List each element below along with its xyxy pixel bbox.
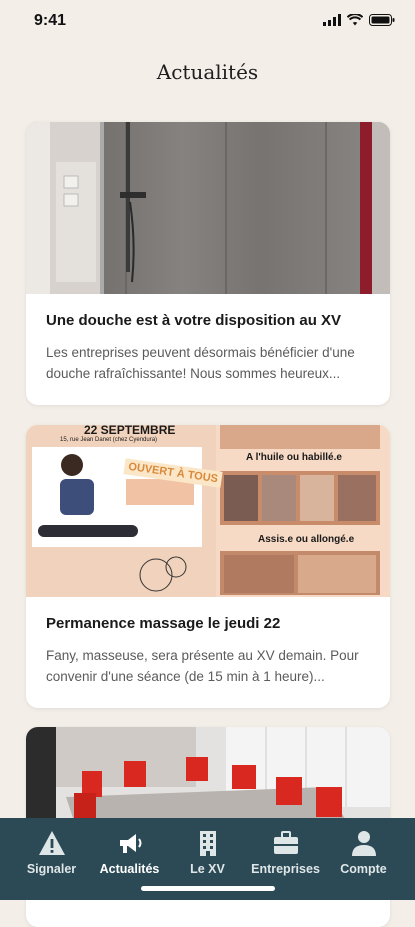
- massage-poster-illustration: [26, 425, 390, 597]
- article-excerpt: Fany, masseuse, sera présente au XV dema…: [46, 648, 359, 684]
- nav-label: Signaler: [26, 862, 77, 876]
- massage-poster: 22 SEPTEMBRE 15, rue Jean Danet (chez Cy…: [26, 425, 390, 597]
- wifi-icon: [347, 14, 363, 26]
- status-time: 9:41: [34, 12, 67, 29]
- nav-actualites[interactable]: Actualités: [88, 830, 171, 876]
- nav-label: Compte: [340, 862, 387, 876]
- battery-icon: [369, 14, 395, 26]
- megaphone-icon: [119, 834, 141, 853]
- nav-label: Actualités: [99, 862, 160, 876]
- news-card[interactable]: Une douche est à votre disposition au XV…: [26, 122, 390, 405]
- home-indicator[interactable]: [141, 886, 275, 891]
- article-title: Une douche est à votre disposition au XV: [46, 312, 342, 329]
- poster-label-seated: Assis.e ou allongé.e: [258, 534, 355, 545]
- nav-label: Le XV: [190, 862, 225, 876]
- article-title: Permanence massage le jeudi 22: [46, 615, 281, 632]
- nav-compte[interactable]: Compte: [322, 830, 405, 876]
- person-icon: [351, 831, 376, 856]
- warning-icon: [38, 831, 65, 855]
- poster-label-oil: A l'huile ou habillé.e: [246, 452, 342, 463]
- shower-photo: [26, 122, 390, 294]
- briefcase-icon: [273, 831, 298, 854]
- shower-illustration: [26, 122, 390, 294]
- article-excerpt: Les entreprises peuvent désormais bénéfi…: [46, 345, 355, 381]
- nav-entreprises[interactable]: Entreprises: [244, 830, 327, 876]
- nav-le-xv[interactable]: Le XV: [166, 830, 249, 876]
- building-icon: [199, 831, 216, 856]
- nav-label: Entreprises: [251, 862, 320, 876]
- status-bar: 9:41: [0, 0, 415, 44]
- signal-icon: [323, 14, 341, 26]
- status-icons: [323, 14, 395, 26]
- poster-date: 22 SEPTEMBRE: [84, 425, 176, 437]
- news-card[interactable]: 22 SEPTEMBRE 15, rue Jean Danet (chez Cy…: [26, 425, 390, 708]
- nav-signaler[interactable]: Signaler: [10, 830, 93, 876]
- poster-address: 15, rue Jean Danet (chez Cyendura): [60, 437, 158, 443]
- page-title: Actualités: [156, 60, 259, 84]
